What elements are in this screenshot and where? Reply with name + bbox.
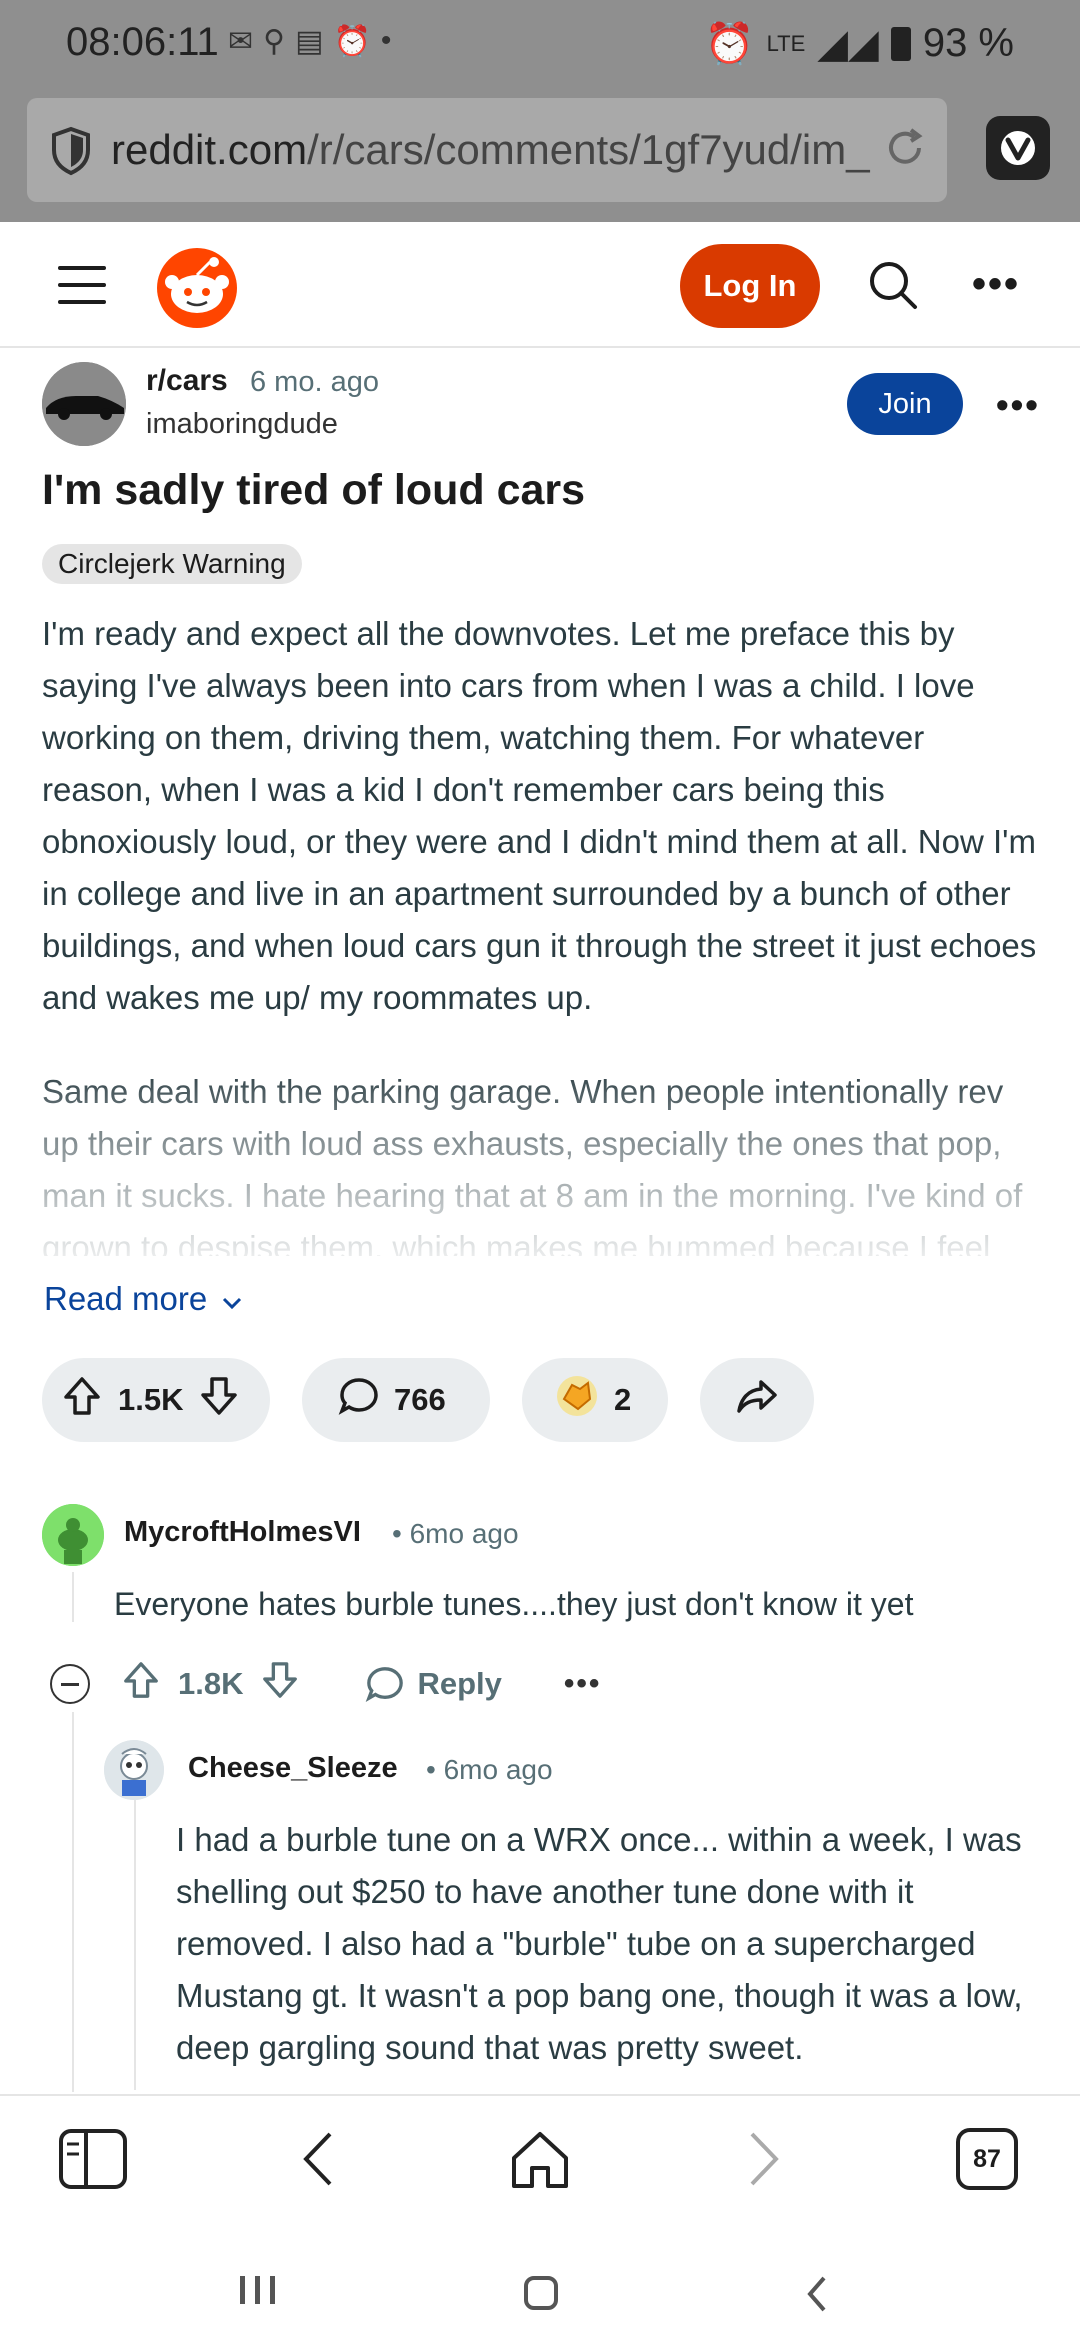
- post-time: 6 mo. ago: [250, 366, 379, 398]
- comment-icon: [338, 1376, 380, 1424]
- home-icon[interactable]: [508, 2128, 572, 2195]
- comment-time-value: 6mo ago: [443, 1754, 553, 1785]
- post-title: I'm sadly tired of loud cars: [42, 466, 586, 514]
- vivaldi-menu-icon[interactable]: [986, 116, 1050, 180]
- system-back-icon[interactable]: [804, 2274, 828, 2319]
- url-domain: reddit.com: [111, 126, 308, 173]
- post-paragraph: Same deal with the parking garage. When …: [42, 1073, 1023, 1256]
- upvote-icon[interactable]: [62, 1375, 102, 1425]
- reply-button[interactable]: Reply: [365, 1665, 502, 1703]
- status-right: ⏰ LTE ◢◢ 93 %: [705, 20, 1014, 67]
- award-button[interactable]: 2: [522, 1358, 668, 1442]
- thread-line[interactable]: [72, 1572, 74, 1622]
- alarm-icon: ⏰: [333, 25, 371, 58]
- upvote-icon[interactable]: [122, 1660, 160, 1708]
- steam-icon: ⚲: [263, 25, 286, 58]
- system-nav-bar: [0, 2220, 1080, 2340]
- post-author[interactable]: imaboringdude: [146, 408, 338, 441]
- reply-label: Reply: [417, 1666, 502, 1701]
- share-icon: [735, 1376, 779, 1424]
- alarm-icon: ⏰: [704, 22, 755, 66]
- reddit-logo-icon[interactable]: [154, 242, 240, 328]
- comment-actions: 1.8K Reply •••: [50, 1654, 601, 1714]
- downvote-icon[interactable]: [261, 1660, 299, 1708]
- battery-icon: [890, 26, 911, 61]
- menu-icon[interactable]: [58, 266, 106, 304]
- comment-time: • 6mo ago: [426, 1754, 553, 1785]
- thread-line[interactable]: [72, 1712, 74, 2092]
- read-more-label: Read more: [44, 1280, 208, 1317]
- comments-button[interactable]: 766: [302, 1358, 490, 1442]
- downvote-icon[interactable]: [199, 1375, 239, 1425]
- system-home-icon[interactable]: [524, 2276, 558, 2310]
- comment-time-value: 6mo ago: [409, 1518, 519, 1549]
- panel-icon[interactable]: [58, 2128, 128, 2195]
- award-icon: [554, 1373, 600, 1427]
- collapse-thread-icon[interactable]: [50, 1664, 90, 1704]
- tab-count-button[interactable]: 87: [956, 2128, 1018, 2190]
- thread-line[interactable]: [134, 1800, 136, 2090]
- subreddit-avatar[interactable]: [42, 362, 126, 446]
- comment-score: 1.8K: [178, 1666, 244, 1701]
- dot-icon: •: [380, 24, 392, 57]
- award-count: 2: [614, 1382, 632, 1417]
- reddit-header: Log In •••: [0, 222, 1080, 348]
- status-bar: 08:06:11 ✉ ⚲ ▤ ⏰ • ⏰ LTE ◢◢ 93 %: [0, 0, 1080, 90]
- post-body: I'm ready and expect all the downvotes. …: [42, 608, 1042, 1064]
- vote-score: 1.5K: [118, 1382, 184, 1417]
- read-more-button[interactable]: Read more: [44, 1280, 243, 1318]
- comment-author[interactable]: Cheese_Sleeze: [188, 1752, 398, 1785]
- post-flair[interactable]: Circlejerk Warning: [42, 544, 302, 584]
- comment-author[interactable]: MycroftHolmesVI: [124, 1516, 361, 1549]
- post-paragraph: I'm ready and expect all the downvotes. …: [42, 615, 1037, 1016]
- comment-text: I had a burble tune on a WRX once... wit…: [176, 1821, 1023, 2066]
- vote-pill: 1.5K: [42, 1358, 270, 1442]
- shield-icon[interactable]: [49, 126, 93, 181]
- subreddit-name[interactable]: r/cars: [146, 364, 228, 398]
- join-button[interactable]: Join: [847, 373, 963, 435]
- network-type: LTE: [766, 30, 806, 56]
- mail-icon: ✉: [228, 25, 254, 58]
- browser-bottom-bar: 87: [0, 2094, 1080, 2220]
- reload-icon[interactable]: [881, 124, 929, 177]
- battery-percent: 93 %: [922, 21, 1014, 65]
- browser-toolbar: reddit.com/r/cars/comments/1gf7yud/im_: [0, 90, 1080, 222]
- url-text[interactable]: reddit.com/r/cars/comments/1gf7yud/im_: [111, 126, 881, 174]
- comment-count: 766: [394, 1382, 446, 1417]
- document-icon: ▤: [295, 25, 324, 58]
- back-icon[interactable]: [296, 2128, 340, 2195]
- comment-text: Everyone hates burble tunes....they just…: [114, 1586, 914, 1622]
- address-bar[interactable]: reddit.com/r/cars/comments/1gf7yud/im_: [27, 98, 947, 202]
- comment-more-icon[interactable]: •••: [564, 1667, 602, 1701]
- post-more-icon[interactable]: •••: [996, 384, 1040, 426]
- recents-icon[interactable]: [240, 2276, 275, 2304]
- signal-icon: ◢◢: [817, 21, 879, 66]
- header-more-icon[interactable]: •••: [972, 262, 1020, 307]
- share-button[interactable]: [700, 1358, 814, 1442]
- comment-time: • 6mo ago: [392, 1518, 519, 1549]
- forward-icon[interactable]: [742, 2128, 786, 2195]
- status-time: 08:06:11: [66, 20, 219, 64]
- comment-avatar[interactable]: [42, 1504, 104, 1566]
- comment-avatar[interactable]: [104, 1740, 164, 1800]
- search-icon[interactable]: [866, 258, 920, 317]
- login-button[interactable]: Log In: [680, 244, 820, 328]
- url-path: /r/cars/comments/1gf7yud/im_: [307, 126, 870, 173]
- chevron-down-icon: [221, 1280, 243, 1318]
- notification-icons: ✉ ⚲ ▤ ⏰ •: [228, 24, 391, 59]
- post-body-truncated: Same deal with the parking garage. When …: [42, 1066, 1042, 1256]
